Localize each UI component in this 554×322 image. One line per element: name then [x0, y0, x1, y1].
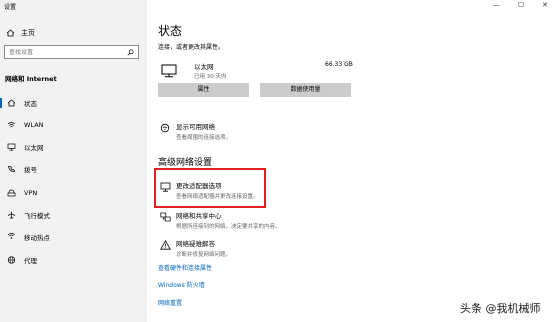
sidebar-home-label: 主页	[21, 29, 35, 37]
wifi-icon	[6, 121, 16, 129]
globe-icon	[6, 256, 16, 264]
maximize-button[interactable]: ☐	[518, 1, 524, 9]
sharing-center-icon	[158, 210, 172, 224]
adapter-icon	[158, 180, 172, 194]
sidebar-item-label: VPN	[24, 189, 38, 197]
close-button[interactable]: ✕	[542, 1, 548, 9]
sidebar-item-proxy[interactable]: 代理	[0, 253, 147, 267]
network-name: 以太网	[194, 63, 214, 71]
network-reset-link[interactable]: 网络重置	[158, 298, 182, 307]
watermark: 头条 @我机械师	[460, 302, 541, 315]
ethernet-icon	[6, 143, 16, 151]
search-input[interactable]	[9, 48, 119, 56]
phone-icon	[6, 165, 16, 173]
sidebar-home[interactable]: 主页	[6, 28, 35, 38]
troubleshoot-option[interactable]: 网络疑难解答 诊断并修复网络问题。	[158, 238, 231, 258]
sidebar-section-title: 网络和 Internet	[5, 75, 57, 83]
option-description: 根据所连接到的网络，决定要共享的内容。	[176, 224, 281, 230]
window-title: 设置	[4, 4, 17, 11]
firewall-link[interactable]: Windows 防火墙	[158, 280, 205, 289]
sidebar-item-wlan[interactable]: WLAN	[0, 118, 147, 132]
data-usage-button[interactable]: 数据使用量	[260, 83, 351, 97]
sidebar-item-label: 飞行模式	[24, 212, 50, 220]
sidebar-item-label: 状态	[24, 100, 37, 108]
network-status: 已用 30 天内	[194, 74, 227, 80]
advanced-settings-title: 高级网络设置	[158, 158, 213, 168]
sidebar-item-ethernet[interactable]: 以太网	[0, 140, 147, 154]
window-controls: — ☐ ✕	[493, 1, 548, 9]
sidebar-item-label: 代理	[24, 257, 37, 265]
search-icon[interactable]	[127, 48, 134, 56]
airplane-icon	[6, 211, 16, 219]
sidebar-item-label: 拨号	[24, 166, 37, 174]
hotspot-icon	[6, 233, 16, 241]
sidebar: 设置 主页 网络和 Internet 状态 WLAN 以太网 拨号	[0, 0, 147, 322]
option-description: 诊断并修复网络问题。	[176, 252, 232, 258]
search-box[interactable]	[4, 45, 139, 59]
hardware-properties-link[interactable]: 查看硬件和连接属性	[158, 263, 212, 272]
sidebar-item-airplane[interactable]: 飞行模式	[0, 208, 147, 222]
page-subtitle: 连接，或者更改其属性。	[158, 44, 225, 51]
sidebar-item-vpn[interactable]: VPN	[0, 186, 147, 200]
option-title: 更改适配器选项	[176, 182, 222, 190]
network-data-used: 66.33 GB	[325, 61, 353, 68]
properties-button[interactable]: 属性	[158, 83, 249, 97]
option-description: 查看周围的连接选项。	[176, 135, 232, 141]
warning-icon	[158, 238, 172, 252]
option-title: 网络和共享中心	[176, 212, 222, 220]
page-title: 状态	[158, 24, 183, 38]
ethernet-monitor-icon	[161, 64, 177, 78]
sidebar-item-label: 以太网	[24, 144, 44, 152]
minimize-button[interactable]: —	[493, 1, 500, 9]
show-networks-option[interactable]: 显示可用网络 查看周围的连接选项。	[158, 121, 231, 141]
main-panel: — ☐ ✕ 状态 连接，或者更改其属性。 以太网 已用 30 天内 66.33 …	[147, 0, 554, 322]
vpn-icon	[6, 189, 16, 197]
sidebar-item-dialup[interactable]: 拨号	[0, 162, 147, 176]
home-network-icon	[6, 99, 16, 107]
sidebar-item-label: 移动热点	[24, 234, 50, 242]
option-title: 显示可用网络	[176, 123, 215, 131]
sidebar-item-hotspot[interactable]: 移动热点	[0, 230, 147, 244]
option-title: 网络疑难解答	[176, 240, 215, 248]
option-description: 查看网络适配器并更改连接设置。	[176, 194, 259, 200]
sidebar-item-status[interactable]: 状态	[0, 96, 147, 110]
home-icon	[6, 29, 15, 37]
available-networks-icon	[158, 121, 172, 135]
change-adapter-option[interactable]: 更改适配器选项 查看网络适配器并更改连接设置。	[158, 180, 259, 200]
sharing-center-option[interactable]: 网络和共享中心 根据所连接到的网络，决定要共享的内容。	[158, 210, 281, 230]
sidebar-item-label: WLAN	[24, 121, 44, 129]
